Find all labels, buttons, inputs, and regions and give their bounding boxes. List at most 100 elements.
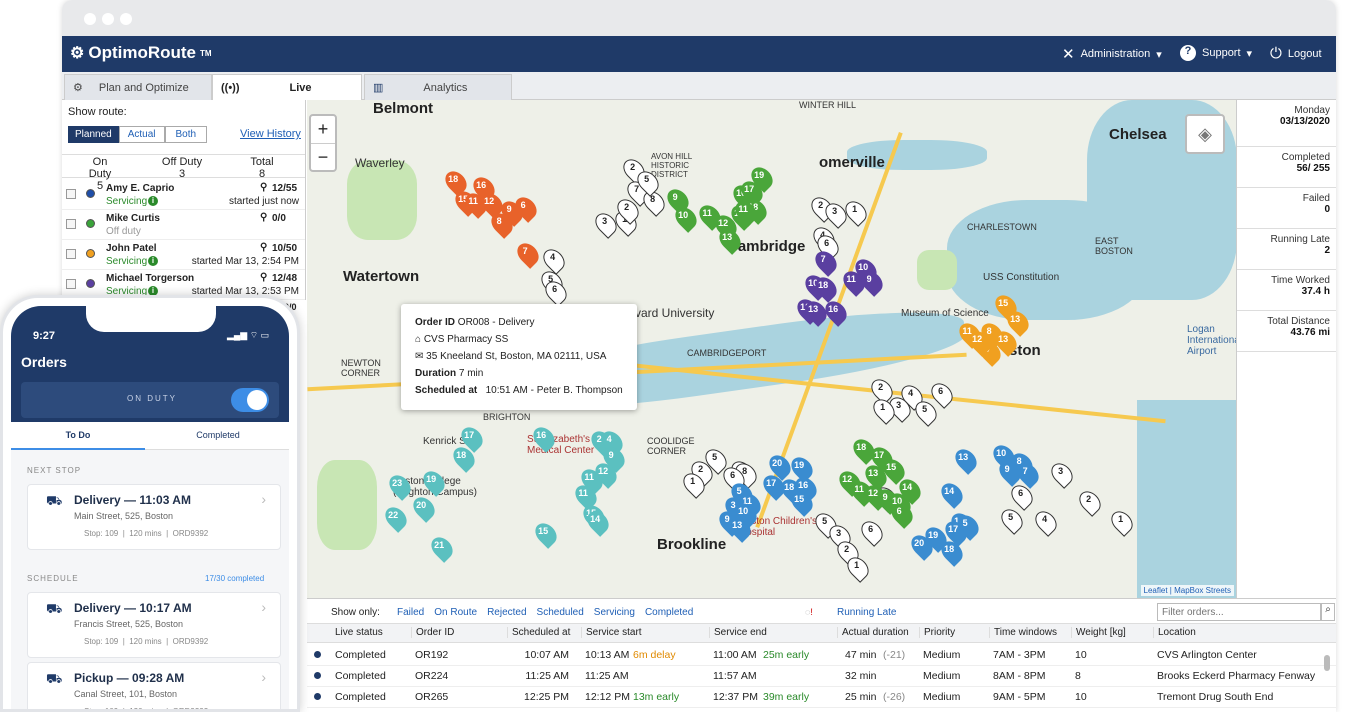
driver-row[interactable]: Amy E. Caprio Servicing i ⚲ 12/55 started jus…: [62, 180, 305, 210]
marker-number: 11: [846, 274, 856, 285]
tab-plan[interactable]: ⚙ Plan and Optimize: [64, 74, 212, 100]
driver-checkbox[interactable]: [66, 189, 76, 199]
route-stop-marker[interactable]: 7: [513, 239, 543, 269]
route-stop-marker[interactable]: 1: [1107, 507, 1137, 537]
park-area: [917, 250, 957, 290]
column-header[interactable]: Live status: [331, 627, 383, 638]
map[interactable]: Belmont Watertown Cambridge omerville Ch…: [307, 100, 1236, 598]
tab-todo[interactable]: To Do: [11, 422, 145, 450]
driver-row[interactable]: Mike Curtis Off duty ⚲ 0/0: [62, 210, 305, 240]
info-icon[interactable]: i: [148, 196, 158, 206]
marker-number: 2: [878, 382, 884, 393]
column-header[interactable]: Weight [kg]: [1071, 627, 1126, 638]
card-title: Delivery — 10:17 AM: [74, 601, 192, 615]
both-toggle[interactable]: Both: [164, 126, 208, 143]
envelope-icon: ✉: [415, 351, 424, 362]
priority: Medium: [923, 649, 961, 661]
scheduled-at: 10:07 AM: [524, 649, 569, 661]
route-stop-marker[interactable]: 13: [951, 445, 981, 475]
marker-number: 3: [836, 528, 842, 539]
marker-number: 13: [722, 232, 733, 243]
location: CVS Arlington Center: [1157, 649, 1257, 661]
driver-checkbox[interactable]: [66, 219, 76, 229]
column-header[interactable]: Time windows: [989, 627, 1057, 638]
filter-servicing[interactable]: Servicing: [594, 607, 635, 618]
running-late-filter[interactable]: Running Late: [837, 607, 897, 618]
planned-toggle[interactable]: Planned: [68, 126, 119, 143]
tab-completed[interactable]: Completed: [151, 422, 285, 448]
column-header[interactable]: Order ID: [411, 627, 454, 638]
view-history-link[interactable]: View History: [240, 128, 301, 140]
driver-color-dot: [86, 219, 95, 228]
stat-value: 37.4 h: [1301, 286, 1330, 297]
popup-order-row: Order ID OR008 - Delivery: [415, 314, 623, 331]
route-stop-marker[interactable]: 3: [1047, 459, 1077, 489]
column-header[interactable]: Priority: [919, 627, 955, 638]
support-menu[interactable]: ? Support ▾: [1180, 45, 1252, 61]
filter-orders-input[interactable]: [1157, 603, 1321, 621]
administration-menu[interactable]: ✕ Administration ▾: [1062, 45, 1162, 63]
filter-rejected[interactable]: Rejected: [487, 607, 526, 618]
marker-number: 3: [1058, 466, 1064, 477]
route-stop-marker[interactable]: 15: [531, 519, 561, 549]
driver-checkbox[interactable]: [66, 249, 76, 259]
actual-toggle[interactable]: Actual: [118, 126, 165, 143]
marker-number: 17: [464, 430, 475, 441]
order-card[interactable]: ⛟ Delivery — 10:17 AM Francis Street, 525,…: [27, 592, 281, 658]
logout-label: Logout: [1287, 47, 1322, 60]
layers-icon[interactable]: ◈: [1185, 114, 1225, 154]
search-icon[interactable]: ⌕: [1321, 603, 1335, 621]
card-address: Francis Street, 525, Boston: [74, 619, 184, 629]
driver-row[interactable]: John Patel Servicing i ⚲ 10/50 started Mar 13…: [62, 240, 305, 270]
table-row[interactable]: Completed OR192 10:07 AM 10:13 AM 6m delay 11…: [307, 645, 1336, 666]
route-stop-marker[interactable]: 2: [1075, 487, 1105, 517]
column-header[interactable]: Scheduled at: [507, 627, 570, 638]
column-header[interactable]: Location: [1153, 627, 1196, 638]
driver-color-dot: [86, 189, 95, 198]
tools-icon: ✕: [1062, 46, 1075, 63]
marker-number: 17: [874, 450, 885, 461]
order-card[interactable]: ⛟ Delivery — 11:03 AM Main Street, 525, Bo…: [27, 484, 281, 550]
marker-number: 6: [552, 284, 558, 295]
driver-checkbox[interactable]: [66, 279, 76, 289]
power-icon: ⏻: [1270, 45, 1282, 62]
zoom-out-button[interactable]: −: [311, 144, 335, 170]
scrollbar[interactable]: [1324, 655, 1330, 671]
column-header[interactable]: Actual duration: [837, 627, 909, 638]
service-end: 11:00 AM: [713, 649, 757, 661]
map-attribution[interactable]: Leaflet | MapBox Streets: [1140, 585, 1234, 596]
marker-number: 20: [914, 538, 925, 549]
zoom-in-button[interactable]: +: [311, 116, 335, 144]
marker-number: 1: [1118, 514, 1124, 525]
table-row[interactable]: Completed OR224 11:25 AM 11:25 AM 11:57 AM 32…: [307, 666, 1336, 687]
column-header[interactable]: Service end: [709, 627, 767, 638]
route-stop-marker[interactable]: 21: [427, 533, 457, 563]
route-stop-marker[interactable]: 6: [857, 517, 887, 547]
filter-failed[interactable]: Failed: [397, 607, 424, 618]
stat-value: 43.76 mi: [1290, 327, 1330, 338]
marker-number: 15: [886, 462, 897, 473]
duty-switch[interactable]: [231, 388, 269, 412]
route-stop-marker[interactable]: 4: [1031, 507, 1061, 537]
logout-button[interactable]: ⏻ Logout: [1270, 45, 1322, 62]
route-stop-marker[interactable]: 4: [539, 245, 569, 275]
stat-value: 03/13/2020: [1279, 116, 1330, 127]
marker-number: 5: [922, 404, 928, 415]
window-dot: [84, 13, 96, 25]
order-card[interactable]: ⛟ Pickup — 09:28 AM Canal Street, 101, Bos…: [27, 662, 281, 709]
info-icon[interactable]: i: [148, 256, 158, 266]
tab-analytics[interactable]: ▥ Analytics: [364, 74, 512, 100]
route-stop-marker[interactable]: 14: [937, 479, 967, 509]
driver-status: Servicing: [106, 196, 148, 207]
route-stop-marker[interactable]: 22: [381, 503, 411, 533]
marker-number: 6: [896, 506, 902, 517]
filter-scheduled[interactable]: Scheduled: [537, 607, 584, 618]
table-row[interactable]: Completed OR265 12:25 PM 12:12 PM 13m early 1…: [307, 687, 1336, 708]
driver-count: 10/50: [272, 243, 298, 254]
tab-live[interactable]: ((•)) Live: [212, 74, 362, 100]
phone-tabs: To Do Completed: [11, 422, 289, 450]
column-header[interactable]: Service start: [581, 627, 642, 638]
filter-completed[interactable]: Completed: [645, 607, 693, 618]
logo[interactable]: ⚙ OptimoRoute TM: [70, 43, 212, 63]
filter-on-route[interactable]: On Route: [434, 607, 477, 618]
